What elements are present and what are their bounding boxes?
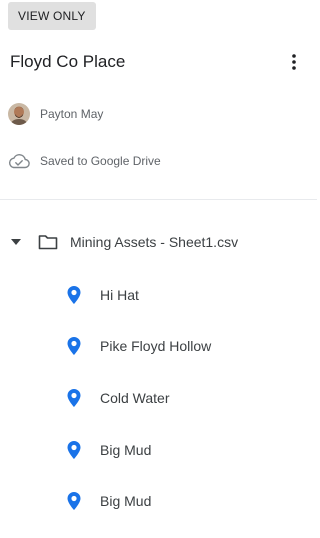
map-title[interactable]: Floyd Co Place [10,50,125,74]
folder-icon-wrap [38,234,58,250]
save-status-row: Saved to Google Drive [8,150,161,172]
map-pin-icon [66,285,82,305]
list-item[interactable]: Big Mud [66,438,151,462]
avatar[interactable] [8,103,30,125]
layer-header[interactable]: Mining Assets - Sheet1.csv [8,230,238,254]
cloud-check-icon [8,154,30,169]
divider [0,199,317,200]
map-pin-icon [66,491,82,511]
title-row: Floyd Co Place [10,50,310,74]
map-pin-icon [66,336,82,356]
place-label: Pike Floyd Hollow [100,338,212,354]
owner-name: Payton May [40,107,104,121]
owner-row: Payton May [8,102,103,126]
more-options-button[interactable] [284,50,304,74]
view-only-badge: VIEW ONLY [8,2,96,30]
list-item[interactable]: Pike Floyd Hollow [66,334,211,358]
caret-down-icon [11,239,21,245]
map-pin-icon [66,388,82,408]
place-label: Big Mud [100,493,152,509]
place-label: Cold Water [100,390,170,406]
list-item[interactable]: Cold Water [66,386,170,410]
save-status-text: Saved to Google Drive [40,154,161,168]
more-vert-icon [292,54,296,70]
map-legend-panel: VIEW ONLY Floyd Co Place Payton May Save… [0,0,317,538]
list-item[interactable]: Big Mud [66,489,151,513]
place-label: Hi Hat [100,287,139,303]
place-label: Big Mud [100,442,152,458]
list-item[interactable]: Hi Hat [66,283,139,307]
map-pin-icon [66,440,82,460]
layer-name[interactable]: Mining Assets - Sheet1.csv [70,234,238,250]
folder-icon [38,235,58,250]
collapse-layer-toggle[interactable] [8,234,24,250]
